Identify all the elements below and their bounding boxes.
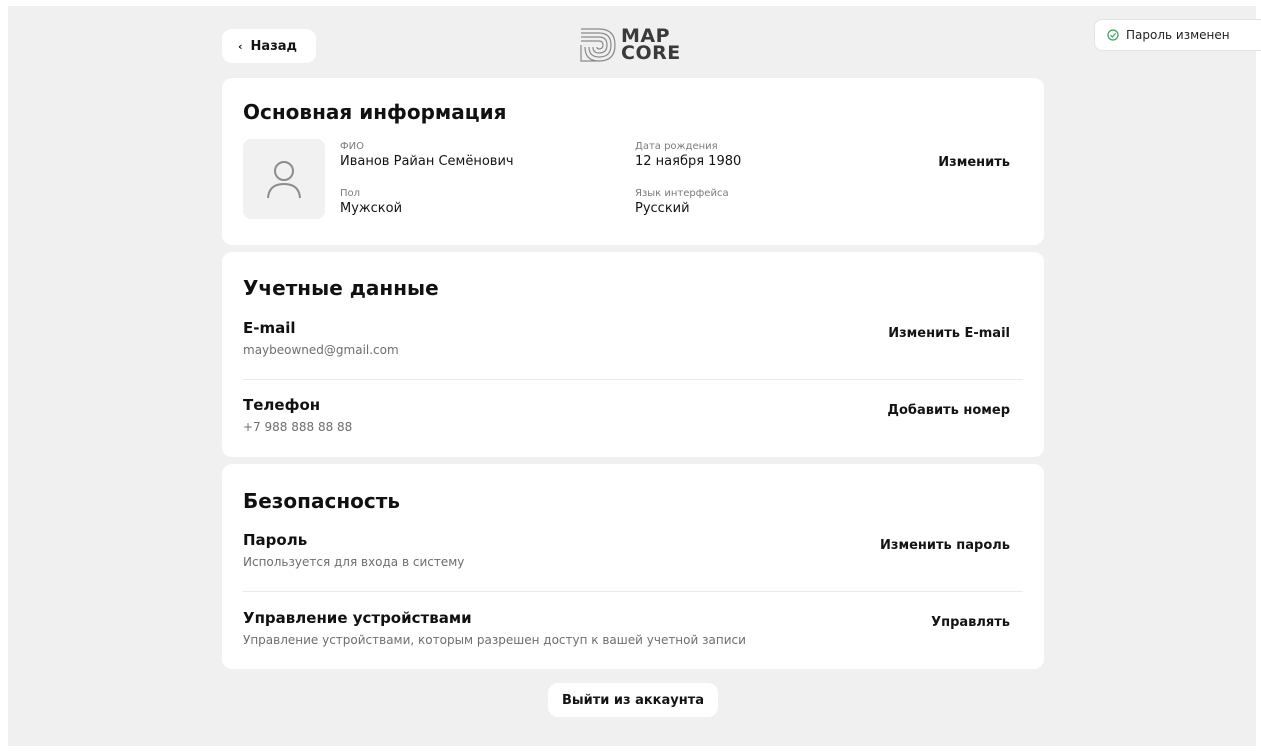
password-title: Пароль: [243, 531, 308, 549]
phone-title: Телефон: [243, 396, 321, 414]
devices-description: Управление устройствами, которым разреше…: [243, 633, 746, 647]
logout-button[interactable]: Выйти из аккаунта: [548, 683, 718, 717]
password-description: Используется для входа в систему: [243, 555, 465, 569]
fio-field: ФИО Иванов Райан Семёнович: [340, 140, 514, 170]
language-field: Язык интерфейса Русский: [635, 187, 729, 217]
change-email-button[interactable]: Изменить E-mail: [888, 326, 1010, 341]
basic-info-card: Основная информация ФИО Иванов Райан Сем…: [222, 78, 1044, 245]
email-title: E-mail: [243, 319, 296, 337]
birthdate-field: Дата рождения 12 наября 1980: [635, 140, 741, 170]
language-label: Язык интерфейса: [635, 188, 729, 199]
birthdate-label: Дата рождения: [635, 141, 718, 152]
divider: [243, 379, 1023, 380]
manage-devices-button[interactable]: Управлять: [931, 615, 1010, 630]
credentials-card: Учетные данные E-mail maybeowned@gmail.c…: [222, 252, 1044, 457]
fio-label: ФИО: [340, 141, 364, 152]
password-changed-toast: Пароль изменен: [1094, 19, 1261, 51]
add-phone-button[interactable]: Добавить номер: [887, 403, 1010, 418]
chevron-left-icon: ‹: [238, 39, 243, 53]
back-button-label: Назад: [250, 38, 298, 54]
email-value: maybeowned@gmail.com: [243, 343, 399, 357]
divider: [243, 591, 1023, 592]
basic-info-title: Основная информация: [243, 100, 507, 124]
logo-mark-icon: [580, 28, 616, 62]
logo-line-2: CORE: [621, 42, 681, 64]
phone-value: +7 988 888 88 88: [243, 420, 353, 434]
security-title: Безопасность: [243, 489, 400, 513]
edit-basic-info-button[interactable]: Изменить: [938, 155, 1010, 170]
check-circle-icon: [1107, 29, 1119, 41]
avatar: [243, 139, 325, 219]
back-button[interactable]: ‹ Назад: [222, 29, 316, 63]
change-password-button[interactable]: Изменить пароль: [880, 538, 1010, 553]
gender-value: Мужской: [340, 201, 403, 216]
gender-field: Пол Мужской: [340, 187, 402, 217]
toast-text: Пароль изменен: [1126, 28, 1230, 42]
user-icon: [267, 161, 301, 199]
gender-label: Пол: [340, 188, 361, 199]
logo-text: MAP CORE: [621, 27, 681, 64]
birthdate-value: 12 наября 1980: [635, 154, 742, 169]
fio-value: Иванов Райан Семёнович: [340, 154, 514, 169]
logo: MAP CORE: [577, 24, 697, 66]
security-card: Безопасность Пароль Используется для вхо…: [222, 464, 1044, 669]
credentials-title: Учетные данные: [243, 276, 439, 300]
devices-title: Управление устройствами: [243, 609, 472, 627]
language-value: Русский: [635, 201, 690, 216]
